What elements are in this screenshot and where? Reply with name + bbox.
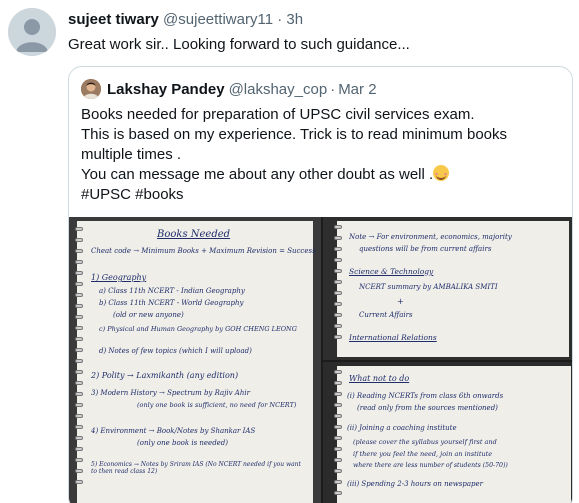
notes-line: NCERT summary by AMBALIKA SMITI	[359, 283, 498, 291]
spiral-binding	[334, 225, 342, 346]
notes-line: Cheat code → Minimum Books + Maximum Rev…	[91, 247, 316, 255]
avatar[interactable]	[8, 8, 56, 56]
notes-line: b) Class 11th NCERT - World Geography	[99, 299, 244, 307]
spiral-binding	[75, 227, 83, 491]
notes-line: if there you feel the need, join an inst…	[353, 450, 493, 458]
notes-line: a) Class 11th NCERT - Indian Geography	[99, 287, 245, 295]
notes-line: 5) Economics → Notes by Sriram IAS (No N…	[91, 461, 301, 475]
notes-heading: What not to do	[349, 374, 410, 383]
quoted-date: Mar 2	[338, 80, 377, 98]
notebook-page: Note → For environment, economics, major…	[334, 221, 569, 357]
notes-line: +	[397, 297, 404, 306]
quoted-line-text: You can message me about any other doubt…	[81, 166, 434, 183]
notes-line: d) Notes of few topics (which I will upl…	[99, 347, 252, 355]
notes-line: (only one book is sufficient, no need fo…	[137, 401, 297, 409]
separator: ·	[277, 11, 283, 28]
notes-line: questions will be from current affairs	[359, 245, 492, 253]
photo-notes-books-needed[interactable]: Books Needed Cheat code → Minimum Books …	[69, 217, 321, 503]
notes-line: Note → For environment, economics, major…	[349, 233, 512, 241]
notes-line: Current Affairs	[359, 311, 413, 319]
quoted-avatar	[81, 79, 101, 99]
timestamp[interactable]: 3h	[286, 11, 303, 28]
separator: ·	[330, 80, 336, 98]
tweet-text: Great work sir.. Looking forward to such…	[68, 36, 410, 53]
quoted-line: Books needed for preparation of UPSC civ…	[81, 106, 475, 123]
hashtags[interactable]: #UPSC #books	[81, 185, 561, 205]
default-avatar-icon	[8, 8, 56, 56]
author-handle[interactable]: @sujeettiwary11	[163, 11, 273, 28]
notes-line: 2) Polity → Laxmikanth (any edition)	[91, 371, 239, 380]
photo-grid: Books Needed Cheat code → Minimum Books …	[69, 217, 572, 503]
notes-line: (ii) Joining a coaching institute	[347, 424, 457, 432]
author-name[interactable]: sujeet tiwary	[68, 11, 159, 28]
notes-line: Science & Technology	[349, 267, 434, 276]
photo-notes-what-not-to-do[interactable]: What not to do (i) Reading NCERTs from c…	[323, 362, 572, 503]
photo-notes-current-affairs[interactable]: Note → For environment, economics, major…	[323, 217, 572, 360]
notes-line: (read only from the sources mentioned)	[357, 404, 498, 412]
notebook-page: What not to do (i) Reading NCERTs from c…	[334, 366, 571, 503]
notes-line: (old or new anyone)	[113, 311, 184, 319]
tweet-header: sujeet tiwary @sujeettiwary11 · 3h	[68, 10, 303, 30]
quoted-line: This is based on my experience. Trick is…	[81, 126, 507, 163]
person-photo-icon	[81, 79, 101, 99]
quoted-author-name: Lakshay Pandey	[107, 80, 225, 98]
notes-line: International Relations	[349, 333, 437, 342]
spiral-binding	[334, 370, 342, 502]
notes-line: c) Physical and Human Geography by GOH C…	[99, 325, 297, 333]
notes-heading: Books Needed	[157, 229, 231, 240]
quoted-line: You can message me about any other doubt…	[81, 165, 561, 185]
notes-line: (iii) Spending 2-3 hours on newspaper	[347, 480, 483, 488]
notes-line: 4) Environment → Book/Notes by Shankar I…	[91, 427, 256, 435]
quoted-tweet-text: Books needed for preparation of UPSC civ…	[81, 105, 561, 205]
quoted-author-handle: @lakshay_cop	[228, 80, 328, 98]
tweet[interactable]: sujeet tiwary @sujeettiwary11 · 3h Great…	[0, 0, 579, 503]
notebook-page: Books Needed Cheat code → Minimum Books …	[75, 221, 316, 503]
quoted-tweet-header: Lakshay Pandey @lakshay_cop · Mar 2	[81, 79, 377, 99]
notes-line: (i) Reading NCERTs from class 6th onward…	[347, 392, 504, 400]
notes-line: (please cover the syllabus yourself firs…	[353, 438, 497, 446]
notes-line: 1) Geography	[91, 273, 147, 282]
smiling-face-icon	[433, 165, 450, 181]
notes-line: (only one book is needed)	[137, 439, 229, 447]
quoted-tweet[interactable]: Lakshay Pandey @lakshay_cop · Mar 2 Book…	[68, 66, 573, 503]
notes-line: 3) Modern History → Spectrum by Rajiv Ah…	[91, 389, 250, 397]
notes-line: where there are less number of students …	[353, 462, 508, 469]
